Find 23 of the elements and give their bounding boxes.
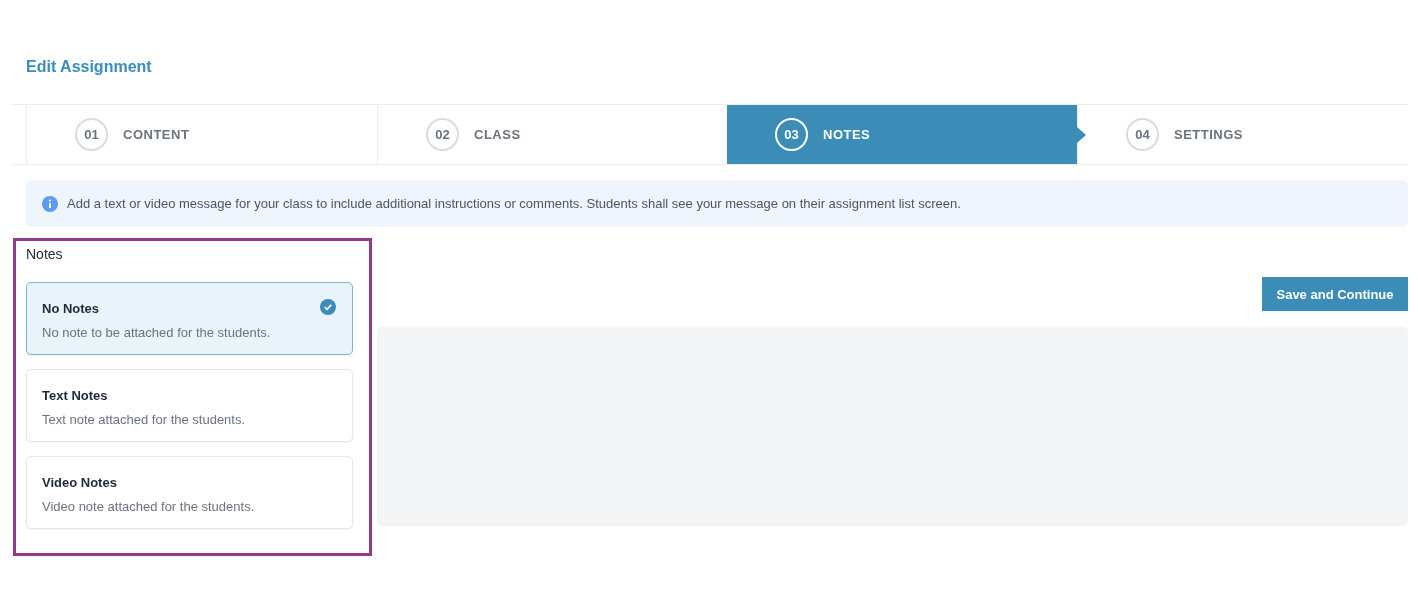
- check-icon: [320, 299, 336, 315]
- note-option-card[interactable]: No Notes No note to be attached for the students.: [26, 282, 353, 355]
- info-icon: [42, 195, 58, 212]
- step-label: CLASS: [474, 127, 521, 142]
- option-description: Video note attached for the students.: [42, 499, 256, 514]
- note-option-card[interactable]: Text Notes Text note attached for the students.: [26, 369, 353, 442]
- option-title: No Notes: [42, 301, 100, 316]
- step-label: SETTINGS: [1174, 127, 1243, 142]
- step-number: 01: [75, 118, 108, 151]
- option-description: Text note attached for the students.: [42, 412, 247, 427]
- step-label: CONTENT: [123, 127, 190, 142]
- option-title: Text Notes: [42, 388, 108, 403]
- option-description: No note to be attached for the students.: [42, 325, 272, 340]
- save-and-continue-button[interactable]: Save and Continue: [1262, 277, 1408, 311]
- step-number: 02: [426, 118, 459, 151]
- step-number: 04: [1126, 118, 1159, 151]
- step-label: NOTES: [823, 127, 871, 142]
- step-number: 03: [775, 118, 808, 151]
- option-title: Video Notes: [42, 475, 117, 490]
- info-message: Add a text or video message for your class to include additional instructions or comments. Students shall see your message on their assignment list screen.: [67, 196, 961, 211]
- notes-heading: Notes: [26, 246, 64, 264]
- page-title: Edit Assignment: [26, 57, 153, 77]
- note-option-card[interactable]: Video Notes Video note attached for the students.: [26, 456, 353, 529]
